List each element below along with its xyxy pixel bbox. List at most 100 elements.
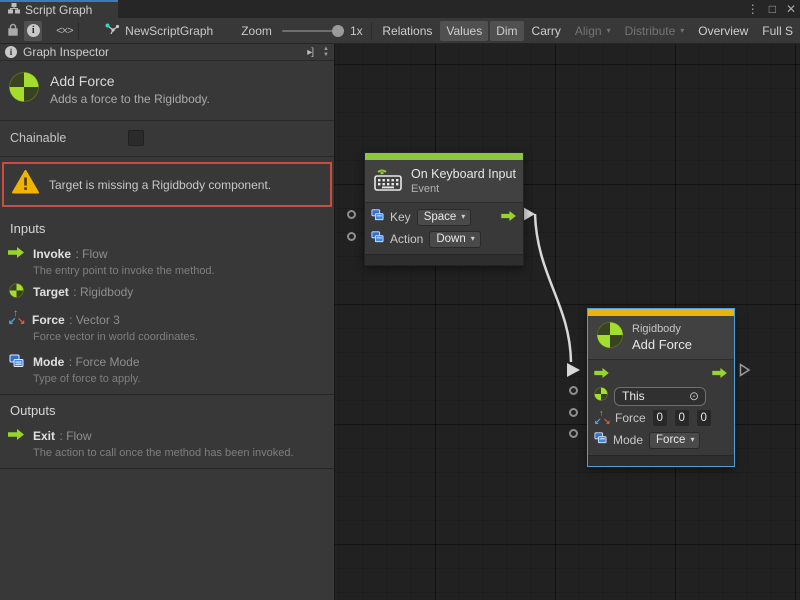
unit-info-block: Add Force Adds a force to the Rigidbody. (0, 61, 334, 121)
code-preview-button[interactable]: <×> (55, 21, 73, 41)
graph-inspector-panel: i Graph Inspector ▸] ▲ ▼ Add Force Adds … (0, 44, 335, 600)
mode-dropdown[interactable]: Force ▾ (649, 432, 700, 449)
info-icon: i (27, 24, 40, 37)
flow-arrow-icon (8, 427, 25, 442)
enum-icon (371, 230, 384, 248)
panel-spinner[interactable]: ▲ ▼ (323, 46, 329, 58)
flow-row (594, 363, 728, 385)
flow-out-arrow-icon[interactable] (712, 365, 728, 383)
chevron-down-icon[interactable]: ▼ (323, 52, 329, 58)
output-item-exit: Exit : Flow (0, 422, 334, 447)
zoom-label: Zoom (241, 24, 272, 38)
action-row: Action Down ▾ (371, 228, 517, 250)
unity-script-graph-window: Script Graph ⋮ □ ✕ i <×> (0, 0, 800, 600)
this-row: This ⊙ (594, 385, 728, 407)
rigidbody-icon (8, 71, 40, 108)
carry-button[interactable]: Carry (526, 21, 567, 41)
window-maximize-icon[interactable]: □ (769, 0, 776, 18)
align-dropdown[interactable]: Align ▾ (569, 21, 617, 41)
dock-icon[interactable]: ▸] (307, 47, 313, 58)
input-item-mode: Mode : Force Mode (0, 344, 334, 373)
inputs-section-title: Inputs (0, 213, 334, 240)
input-item-invoke: Invoke : Flow (0, 240, 334, 265)
graph-asset-icon (105, 22, 119, 40)
node-add-force[interactable]: Rigidbody Add Force (587, 308, 735, 467)
zoom-slider[interactable] (282, 30, 342, 32)
node-title: Add Force (632, 337, 692, 352)
input-item-force: ↑ ↙ ↘ Force : Vector 3 (0, 303, 334, 331)
node-header[interactable]: Rigidbody Add Force (588, 316, 734, 360)
chevron-down-icon: ▾ (607, 26, 611, 35)
key-dropdown[interactable]: Space ▾ (417, 209, 472, 226)
chevron-down-icon: ▾ (680, 26, 684, 35)
node-on-keyboard-input[interactable]: On Keyboard Input Event Key Spac (364, 152, 524, 266)
lock-icon (7, 23, 19, 39)
port-this-input[interactable] (569, 386, 578, 395)
node-header[interactable]: On Keyboard Input Event (365, 160, 523, 203)
code-icon: <×> (56, 25, 72, 37)
overview-button[interactable]: Overview (692, 21, 754, 41)
key-row: Key Space ▾ (371, 206, 517, 228)
flow-out-arrow-icon[interactable] (501, 208, 517, 226)
force-z-field[interactable]: 0 (696, 409, 712, 427)
object-picker-icon[interactable]: ⊙ (689, 389, 699, 403)
lock-button[interactable] (4, 21, 22, 41)
flow-arrow-icon (8, 245, 25, 260)
enum-icon (371, 208, 384, 226)
port-flow-output[interactable] (739, 363, 751, 377)
input-item-target: Target : Rigidbody (0, 278, 334, 303)
chevron-down-icon: ▾ (461, 212, 465, 221)
warning-box: Target is missing a Rigidbody component. (2, 162, 332, 207)
window-menu-icon[interactable]: ⋮ (747, 0, 759, 18)
output-item-description: The action to call once the method has b… (0, 447, 334, 460)
input-item-description: The entry point to invoke the method. (0, 265, 334, 278)
action-label: Action (390, 232, 423, 246)
graph-name-label[interactable]: NewScriptGraph (125, 24, 213, 38)
tab-script-graph[interactable]: Script Graph (0, 0, 118, 18)
action-dropdown[interactable]: Down ▾ (429, 231, 480, 248)
force-x-field[interactable]: 0 (652, 409, 668, 427)
relations-button[interactable]: Relations (376, 21, 438, 41)
port-force-input[interactable] (569, 408, 578, 417)
values-button[interactable]: Values (440, 21, 488, 41)
input-item-description: Force vector in world coordinates. (0, 331, 334, 344)
enum-icon (8, 353, 25, 368)
key-label: Key (390, 210, 411, 224)
warning-icon (12, 170, 39, 199)
mode-row: Mode Force ▾ (594, 429, 728, 451)
inspector-toggle-button[interactable]: i (24, 21, 42, 41)
toolbar-separator (78, 22, 79, 40)
distribute-dropdown[interactable]: Distribute ▾ (619, 21, 691, 41)
tab-label: Script Graph (25, 3, 92, 17)
chainable-label: Chainable (10, 131, 128, 145)
outputs-section-title: Outputs (0, 395, 334, 422)
unit-title: Add Force (50, 73, 210, 89)
rigidbody-icon (8, 283, 25, 298)
flow-in-arrow-icon[interactable] (594, 365, 610, 383)
chainable-checkbox[interactable] (128, 130, 144, 146)
node-title: On Keyboard Input (411, 167, 516, 181)
graph-canvas[interactable]: On Keyboard Input Event Key Spac (335, 44, 800, 600)
mode-label: Mode (613, 433, 643, 447)
rigidbody-icon (596, 321, 624, 354)
this-object-field[interactable]: This ⊙ (614, 387, 706, 406)
vector3-icon: ↑ ↙ ↘ (594, 411, 609, 426)
hierarchy-icon (8, 1, 20, 19)
port-action-input[interactable] (347, 232, 356, 241)
graph-toolbar: i <×> NewScriptGraph Zoom 1x Relations V… (0, 18, 800, 44)
node-subtitle: Event (411, 183, 516, 195)
force-y-field[interactable]: 0 (674, 409, 690, 427)
keyboard-icon (373, 165, 403, 197)
fullscreen-button[interactable]: Full S (756, 21, 799, 41)
zoom-slider-handle[interactable] (332, 25, 344, 37)
chevron-down-icon: ▾ (471, 234, 475, 243)
force-label: Force (615, 411, 646, 425)
vector3-icon: ↑ ↙ ↘ (8, 311, 24, 327)
toolbar-separator (371, 22, 372, 40)
dim-button[interactable]: Dim (490, 21, 523, 41)
tab-bar: Script Graph ⋮ □ ✕ (0, 0, 800, 18)
zoom-value: 1x (350, 24, 363, 38)
port-mode-input[interactable] (569, 429, 578, 438)
window-close-icon[interactable]: ✕ (786, 0, 796, 18)
port-key-input[interactable] (347, 210, 356, 219)
